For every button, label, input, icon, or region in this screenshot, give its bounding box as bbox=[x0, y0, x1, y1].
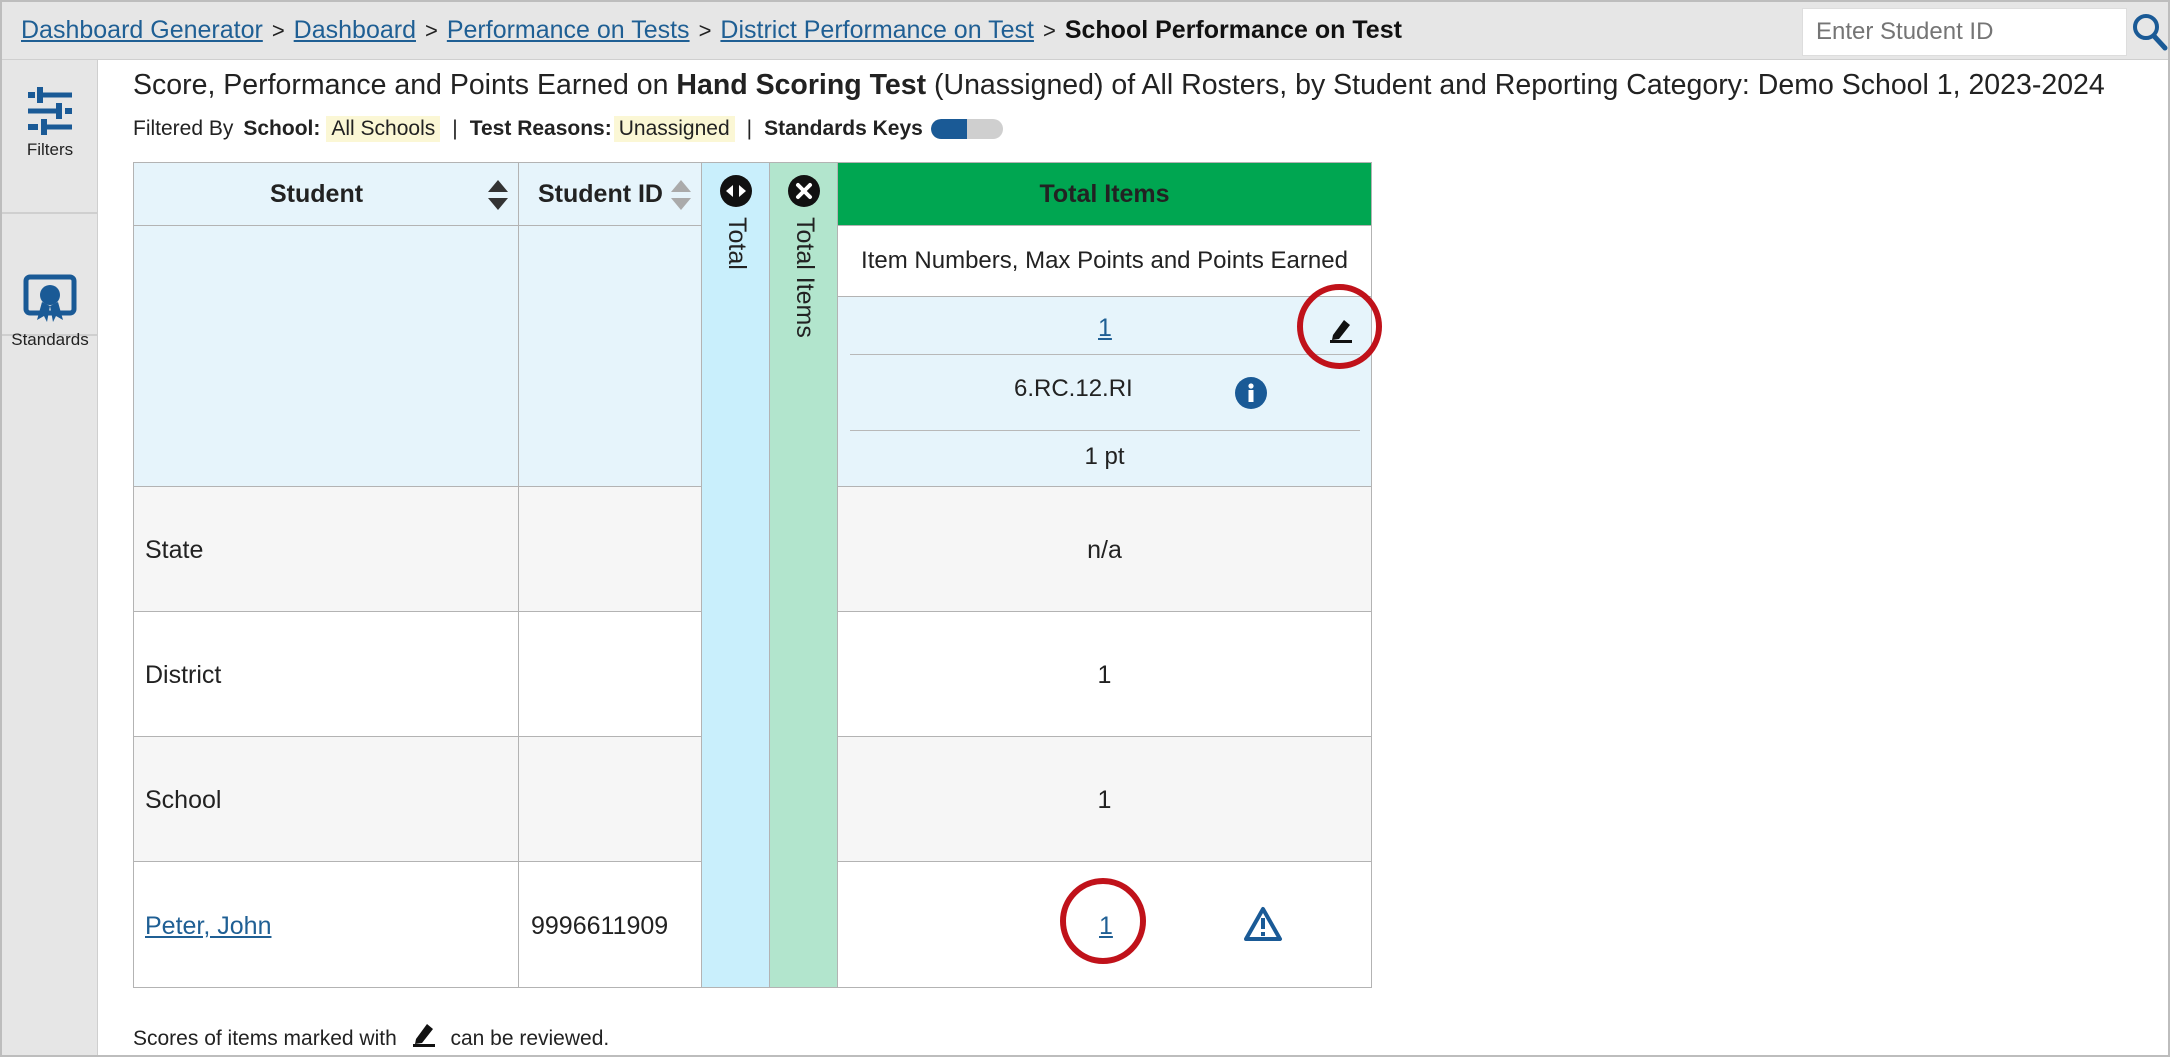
filtered-by-label: Filtered By bbox=[133, 117, 234, 140]
column-header-label: Student ID bbox=[538, 180, 663, 208]
breadcrumb-separator: > bbox=[698, 18, 712, 43]
sidebar-item-label: Filters bbox=[26, 140, 74, 159]
group-header-label: Total Items bbox=[1039, 180, 1170, 208]
row-student-id-text: 9996611909 bbox=[531, 912, 669, 940]
warning-triangle-icon[interactable] bbox=[1243, 906, 1283, 942]
student-name-link[interactable]: Peter, John bbox=[145, 912, 271, 941]
report-title-prefix: Score, Performance and Points Earned on bbox=[133, 69, 677, 101]
standards-keys-toggle[interactable] bbox=[930, 119, 1003, 139]
total-items-column: Total Items bbox=[769, 162, 838, 988]
filters-sliders-icon bbox=[25, 87, 75, 135]
row-item-value: n/a bbox=[837, 486, 1372, 612]
sidebar-item-filters[interactable]: Filters bbox=[2, 86, 98, 214]
sort-icon[interactable] bbox=[488, 180, 508, 210]
column-header-student-id[interactable]: Student ID bbox=[518, 162, 702, 226]
sort-icon[interactable] bbox=[671, 180, 691, 210]
row-student-name: State bbox=[145, 536, 204, 564]
row-item-value: 1 bbox=[837, 736, 1372, 862]
table-row: State bbox=[133, 486, 519, 612]
info-icon[interactable] bbox=[1235, 377, 1267, 409]
row-student-id: 9996611909 bbox=[518, 861, 702, 988]
report-test-name: Hand Scoring Test bbox=[676, 69, 927, 101]
column-header-label: Total bbox=[723, 217, 751, 270]
footnote-text-after: can be reviewed. bbox=[450, 1027, 610, 1050]
row-student-name: District bbox=[145, 661, 222, 689]
item-standard-code: 6.RC.12.RI bbox=[1014, 375, 1133, 402]
student-header-spacer bbox=[133, 225, 519, 487]
sidebar-item-standards[interactable]: Standards bbox=[2, 216, 98, 349]
breadcrumb-dashboard-generator[interactable]: Dashboard Generator bbox=[21, 16, 263, 44]
row-student-id bbox=[518, 611, 702, 737]
close-column-icon[interactable] bbox=[788, 175, 820, 207]
table-row: School bbox=[133, 736, 519, 862]
highlight-circle-edit bbox=[1297, 284, 1382, 369]
item-max-points: 1 pt bbox=[1084, 443, 1125, 470]
item-number-link[interactable]: 1 bbox=[1098, 314, 1112, 343]
student-id-search-input[interactable] bbox=[1802, 8, 2127, 56]
breadcrumb-separator: > bbox=[1042, 18, 1056, 43]
test-reasons-filter-label: Test Reasons: bbox=[469, 117, 612, 140]
report-title-suffix: (Unassigned) of All Rosters, by Student … bbox=[926, 69, 2105, 101]
row-item-score: 1 bbox=[1097, 661, 1112, 689]
footnote: Scores of items marked with can be revie… bbox=[133, 1021, 609, 1051]
sidebar-item-label: Standards bbox=[11, 330, 89, 349]
total-column: Total bbox=[701, 162, 770, 988]
left-sidebar: Filters Standards bbox=[2, 60, 98, 1055]
highlight-circle-score bbox=[1060, 878, 1146, 964]
footnote-text-before: Scores of items marked with bbox=[133, 1027, 397, 1050]
search-icon bbox=[2133, 14, 2168, 51]
row-item-score: n/a bbox=[1087, 536, 1122, 564]
column-header-label: Total Items bbox=[791, 217, 819, 338]
breadcrumb: Dashboard Generator > Dashboard > Performanc… bbox=[21, 16, 1402, 45]
standards-ribbon-icon bbox=[23, 274, 77, 322]
row-item-score: 1 bbox=[1097, 786, 1112, 814]
test-reasons-filter-value[interactable]: Unassigned bbox=[613, 116, 735, 142]
school-filter-value[interactable]: All Schools bbox=[326, 116, 441, 142]
item-divider bbox=[850, 354, 1360, 355]
report-title: Score, Performance and Points Earned on … bbox=[133, 69, 2105, 102]
items-subheader-label: Item Numbers, Max Points and Points Earn… bbox=[861, 247, 1348, 274]
row-student-id bbox=[518, 736, 702, 862]
breadcrumb-dashboard[interactable]: Dashboard bbox=[294, 16, 416, 44]
column-header-label: Student bbox=[270, 180, 364, 208]
row-student-id bbox=[518, 486, 702, 612]
breadcrumb-separator: > bbox=[271, 18, 285, 43]
pencil-edit-icon bbox=[412, 1024, 435, 1047]
table-row: District bbox=[133, 611, 519, 737]
breadcrumb-separator: > bbox=[424, 18, 438, 43]
toggle-knob bbox=[930, 119, 967, 139]
breadcrumb-current: School Performance on Test bbox=[1064, 16, 1402, 44]
filter-divider: | bbox=[746, 117, 753, 140]
item-divider bbox=[850, 430, 1360, 431]
filter-divider: | bbox=[452, 117, 458, 140]
breadcrumb-district-performance[interactable]: District Performance on Test bbox=[720, 16, 1034, 44]
items-subheader: Item Numbers, Max Points and Points Earn… bbox=[837, 225, 1372, 297]
row-item-value: 1 bbox=[837, 611, 1372, 737]
filter-summary: Filtered By School: All Schools | Test R… bbox=[133, 116, 1003, 142]
student-id-header-spacer bbox=[518, 225, 702, 487]
column-header-student[interactable]: Student bbox=[133, 162, 519, 226]
search-button[interactable] bbox=[2130, 10, 2170, 54]
expand-column-icon[interactable] bbox=[720, 175, 752, 207]
breadcrumb-performance-on-tests[interactable]: Performance on Tests bbox=[447, 16, 690, 44]
item-1-header: 1 6.RC.12.RI 1 pt bbox=[837, 296, 1372, 487]
top-bar: Dashboard Generator > Dashboard > Performanc… bbox=[2, 2, 2168, 60]
row-student-name: School bbox=[145, 786, 222, 814]
standards-keys-label: Standards Keys bbox=[764, 117, 923, 140]
school-filter-label: School: bbox=[243, 117, 321, 140]
table-row: Peter, John bbox=[133, 861, 519, 988]
group-header-total-items: Total Items bbox=[837, 162, 1372, 226]
